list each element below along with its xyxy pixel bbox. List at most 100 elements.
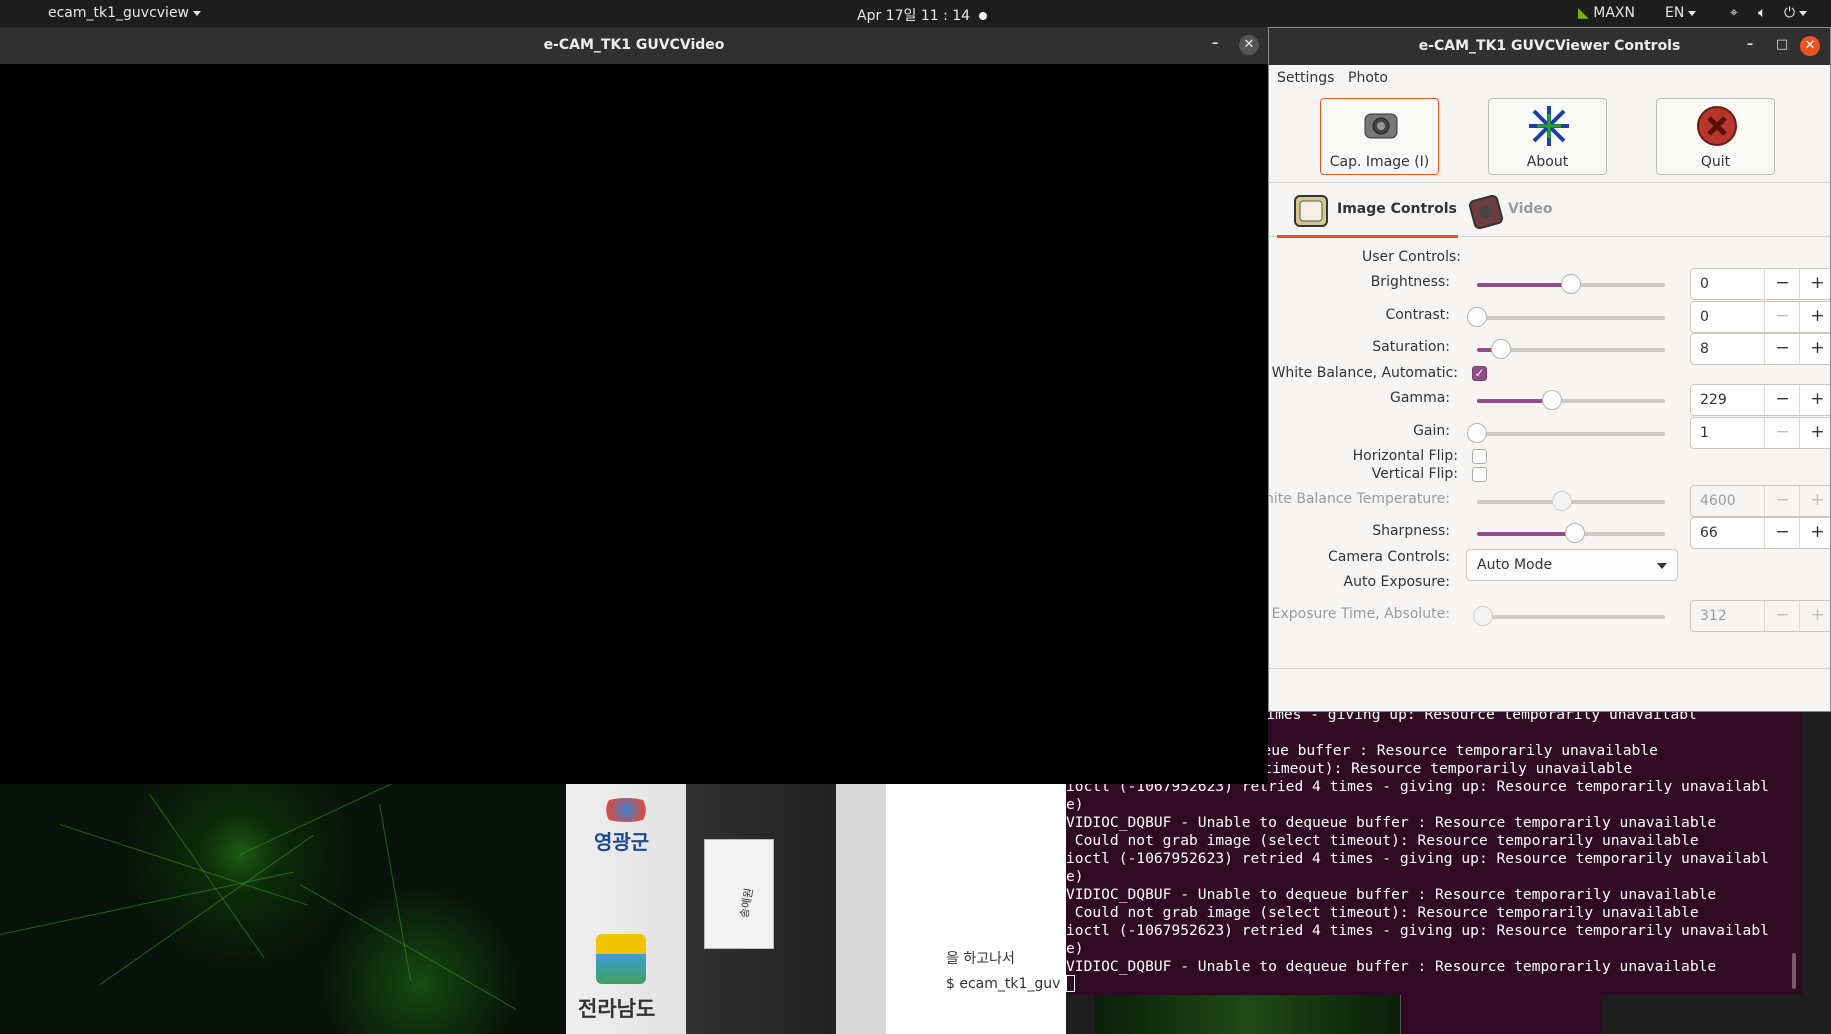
controls-window[interactable]: e-CAM_TK1 GUVCViewer Controls – □ ✕ Sett… — [1268, 27, 1831, 712]
exposure-time-label: Exposure Time, Absolute: — [1271, 606, 1450, 622]
close-icon[interactable]: ✕ — [1800, 36, 1820, 56]
white-balance-auto-label: White Balance, Automatic: — [1271, 365, 1458, 381]
chevron-down-icon — [1799, 10, 1808, 16]
slider-handle[interactable] — [1472, 606, 1493, 626]
auto-exposure-dropdown[interactable]: Auto Mode — [1466, 549, 1678, 581]
auto-exposure-label: Auto Exposure: — [1343, 574, 1450, 590]
tab-video[interactable]: Video — [1456, 183, 1566, 238]
contrast-label: Contrast: — [1385, 307, 1450, 323]
app-menu[interactable]: ecam_tk1_guvcview — [48, 5, 202, 21]
increment-button[interactable]: + — [1799, 601, 1830, 631]
decrement-button[interactable]: − — [1764, 302, 1800, 332]
wb-temperature-slider[interactable] — [1477, 491, 1665, 511]
increment-button[interactable]: + — [1799, 302, 1830, 332]
decrement-button[interactable]: − — [1764, 601, 1800, 631]
power-mode-indicator[interactable]: ◣ MAXN — [1578, 5, 1635, 21]
province-logo-icon — [596, 934, 646, 984]
increment-button[interactable]: + — [1799, 385, 1830, 415]
increment-button[interactable]: + — [1799, 518, 1830, 548]
wb-temperature-spinbox[interactable]: 4600 − + — [1690, 485, 1830, 517]
increment-button[interactable]: + — [1799, 334, 1830, 364]
close-icon[interactable]: ✕ — [1239, 35, 1259, 55]
image-controls-panel[interactable]: User Controls: Brightness: 0 − + Contras… — [1269, 238, 1830, 668]
clock[interactable]: Apr 17일 11 : 14 — [857, 5, 987, 25]
about-button[interactable]: About — [1488, 98, 1607, 175]
exposure-time-slider[interactable] — [1472, 606, 1665, 626]
slider-handle[interactable] — [1467, 307, 1487, 327]
auto-exposure-value: Auto Mode — [1477, 557, 1553, 573]
decrement-button[interactable]: − — [1764, 385, 1800, 415]
decrement-button[interactable]: − — [1764, 334, 1800, 364]
slider-handle[interactable] — [1561, 274, 1581, 294]
slider-handle[interactable] — [1564, 523, 1585, 543]
chevron-down-icon — [1688, 10, 1697, 16]
terminal-line: VIDIOC_DQBUF - Unable to dequeue buffer … — [1066, 958, 1717, 975]
language-indicator[interactable]: EN — [1665, 5, 1697, 21]
network-icon[interactable]: ⌖ — [1730, 5, 1738, 21]
thumbnail-terminal — [1400, 995, 1601, 1034]
tab-image-controls[interactable]: Image Controls — [1277, 183, 1458, 238]
sharpness-value: 66 — [1700, 525, 1718, 541]
slider-handle[interactable] — [1491, 339, 1512, 359]
saturation-spinbox[interactable]: 8 − + — [1690, 333, 1830, 365]
quit-button[interactable]: Quit — [1656, 98, 1775, 175]
gamma-spinbox[interactable]: 229 − + — [1690, 384, 1830, 416]
menu-photo[interactable]: Photo — [1348, 70, 1388, 86]
slider-handle[interactable] — [1542, 390, 1563, 410]
maximize-icon[interactable]: □ — [1774, 37, 1790, 53]
terminal-line: Could not grab image (select timeout): R… — [1066, 832, 1699, 849]
gain-slider[interactable] — [1467, 423, 1665, 443]
slider-handle[interactable] — [1551, 491, 1572, 511]
language-label: EN — [1665, 5, 1685, 21]
decrement-button[interactable]: − — [1764, 518, 1800, 548]
terminal-line: Could not grab image (select timeout): R… — [1066, 904, 1699, 921]
gain-spinbox[interactable]: 1 − + — [1690, 417, 1830, 449]
sharpness-slider[interactable] — [1477, 523, 1665, 543]
increment-button[interactable]: + — [1799, 486, 1830, 516]
doc-line-2: $ ecam_tk1_guv — [946, 976, 1061, 992]
brightness-label: Brightness: — [1370, 274, 1450, 290]
terminal-line: e) — [1066, 868, 1084, 885]
sharpness-spinbox[interactable]: 66 − + — [1690, 517, 1830, 549]
minimize-icon[interactable]: – — [1742, 37, 1758, 53]
tab-video-label: Video — [1508, 201, 1553, 217]
contrast-spinbox[interactable]: 0 − + — [1690, 301, 1830, 333]
terminal-line: ioctl (-1067952623) retried 4 times - gi… — [1066, 850, 1769, 867]
video-window[interactable]: e-CAM_TK1 GUVCVideo – ✕ — [0, 27, 1268, 784]
increment-button[interactable]: + — [1799, 269, 1830, 299]
background-photo: 영광군 전라남도 송예원 — [566, 784, 886, 1034]
increment-button[interactable]: + — [1799, 418, 1830, 448]
terminal-line: e) — [1066, 940, 1084, 957]
camera-icon — [1359, 104, 1403, 148]
terminal-scrollbar[interactable] — [1792, 953, 1796, 989]
menu-bar: Settings Photo — [1269, 65, 1830, 89]
decrement-button[interactable]: − — [1764, 486, 1800, 516]
menu-settings[interactable]: Settings — [1277, 70, 1334, 86]
power-icon[interactable]: ⏻ — [1784, 5, 1808, 21]
terminal-line: e) — [1066, 796, 1084, 813]
controls-window-titlebar[interactable]: e-CAM_TK1 GUVCViewer Controls – □ ✕ — [1269, 28, 1830, 65]
brightness-slider[interactable] — [1477, 274, 1665, 294]
saturation-slider[interactable] — [1477, 339, 1665, 359]
gamma-slider[interactable] — [1477, 390, 1665, 410]
brightness-value: 0 — [1700, 276, 1709, 292]
horizontal-flip-checkbox[interactable] — [1472, 449, 1487, 464]
volume-icon[interactable]: 🔈︎ — [1758, 5, 1766, 21]
decrement-button[interactable]: − — [1764, 418, 1800, 448]
vertical-flip-checkbox[interactable] — [1472, 467, 1487, 482]
decrement-button[interactable]: − — [1764, 269, 1800, 299]
capture-image-button[interactable]: Cap. Image (I) — [1320, 98, 1439, 175]
terminal-line: ioctl (-1067952623) retried 4 times - gi… — [1066, 922, 1769, 939]
exposure-time-value: 312 — [1700, 608, 1727, 624]
name-badge: 송예원 — [704, 839, 774, 949]
notification-dot-icon — [978, 12, 987, 20]
camera-controls-heading: Camera Controls: — [1327, 549, 1450, 565]
white-balance-auto-checkbox[interactable]: ✓ — [1472, 366, 1487, 381]
brightness-spinbox[interactable]: 0 − + — [1690, 268, 1830, 300]
contrast-slider[interactable] — [1467, 307, 1665, 327]
slider-handle[interactable] — [1467, 423, 1487, 443]
minimize-icon[interactable]: – — [1207, 36, 1223, 52]
exposure-time-spinbox[interactable]: 312 − + — [1690, 600, 1830, 632]
video-window-titlebar[interactable]: e-CAM_TK1 GUVCVideo – ✕ — [0, 27, 1268, 64]
chevron-down-icon — [1657, 563, 1667, 569]
